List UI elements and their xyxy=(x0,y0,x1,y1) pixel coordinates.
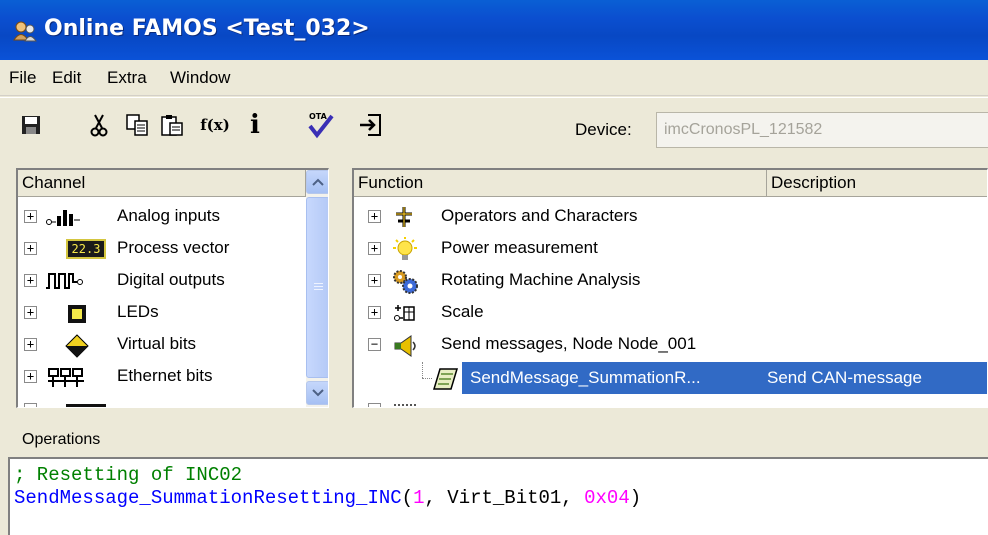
message-icon xyxy=(433,368,459,390)
function-item-operators[interactable]: + Operators and Characters xyxy=(354,201,987,233)
expand-icon[interactable]: + xyxy=(24,338,37,351)
code-open-paren: ( xyxy=(401,487,414,509)
channel-scrollbar[interactable] xyxy=(306,170,328,407)
channel-item-partial xyxy=(18,394,306,407)
function-item-label: Operators and Characters xyxy=(441,206,638,225)
channel-item-label: Digital outputs xyxy=(117,270,225,289)
digital-outputs-icon xyxy=(46,273,83,289)
code-args: , Virt_Bit01, xyxy=(424,487,585,509)
window-title: Online FAMOS <Test_032> xyxy=(44,16,370,41)
grip-icon xyxy=(314,283,323,290)
paste-icon[interactable] xyxy=(157,110,187,140)
tree-connector xyxy=(422,378,432,379)
function-panel: Function Description + Operators and Cha… xyxy=(352,168,988,408)
code-number: 1 xyxy=(413,487,425,509)
save-icon[interactable] xyxy=(16,110,46,140)
ota-text: OTA xyxy=(309,112,328,121)
scale-icon xyxy=(394,305,415,321)
selection-highlight: SendMessage_SummationR... Send CAN-messa… xyxy=(462,362,987,394)
expand-icon[interactable]: + xyxy=(368,242,381,255)
function-item-partial xyxy=(354,394,987,407)
function-header[interactable]: Function xyxy=(354,170,767,197)
chevron-up-icon xyxy=(312,178,324,186)
channel-item-virtual-bits[interactable]: + Virtual bits xyxy=(18,329,306,361)
operations-editor[interactable]: ; Resetting of INC02 SendMessage_Summati… xyxy=(8,457,988,535)
expand-icon[interactable]: + xyxy=(368,306,381,319)
menu-bar: File Edit Extra Window xyxy=(0,60,988,96)
menu-file[interactable]: File xyxy=(9,68,36,88)
function-item-power[interactable]: + Power measurement xyxy=(354,233,987,265)
virtual-bits-icon xyxy=(65,334,89,358)
expand-icon xyxy=(24,403,37,407)
function-item-selected-message[interactable]: SendMessage_SummationR... Send CAN-messa… xyxy=(433,362,987,394)
code-comment-line: ; Resetting of INC02 xyxy=(14,464,243,486)
channel-item-label: Analog inputs xyxy=(117,206,221,225)
collapse-icon[interactable]: − xyxy=(368,338,381,351)
selected-function-label: SendMessage_SummationR... xyxy=(470,368,701,387)
cut-icon[interactable] xyxy=(84,110,114,140)
channel-panel: Channel + Analog inputs + 22.3 Process v… xyxy=(16,168,329,408)
operations-label: Operations xyxy=(22,431,101,448)
menu-extra[interactable]: Extra xyxy=(107,68,147,88)
channel-item-label: Ethernet bits xyxy=(117,366,213,385)
process-vector-icon: 22.3 xyxy=(66,239,106,259)
channel-header[interactable]: Channel xyxy=(18,170,306,197)
function-item-label: Power measurement xyxy=(441,238,598,257)
info-icon[interactable]: i xyxy=(240,110,270,140)
scroll-up-button[interactable] xyxy=(306,170,328,194)
channel-item-ethernet-bits[interactable]: + Ethernet bits xyxy=(18,361,306,393)
partial-icon xyxy=(66,404,106,407)
expand-icon[interactable]: + xyxy=(24,210,37,223)
code-statement-line: SendMessage_SummationResetting_INC(1, Vi… xyxy=(14,487,641,509)
tree-connector xyxy=(422,362,423,378)
import-icon[interactable] xyxy=(356,110,386,140)
copy-icon[interactable] xyxy=(122,110,152,140)
function-item-label: Send messages, Node Node_001 xyxy=(441,334,697,353)
gears-icon xyxy=(393,270,418,294)
code-function-name: SendMessage_SummationResetting_INC xyxy=(14,487,402,509)
expand-icon[interactable]: + xyxy=(368,210,381,223)
code-hex: 0x04 xyxy=(584,487,630,509)
device-field[interactable]: imcCronosPL_121582 xyxy=(656,112,988,148)
lightbulb-icon xyxy=(393,237,417,260)
channel-item-process-vector[interactable]: + 22.3 Process vector xyxy=(18,233,306,265)
scroll-down-button[interactable] xyxy=(306,381,328,405)
description-header[interactable]: Description xyxy=(767,170,987,197)
led-icon xyxy=(68,305,86,323)
device-label: Device: xyxy=(575,120,632,139)
expand-icon xyxy=(368,403,381,407)
expand-icon[interactable]: + xyxy=(368,274,381,287)
menu-edit[interactable]: Edit xyxy=(52,68,81,88)
app-icon xyxy=(13,21,37,42)
expand-icon[interactable]: + xyxy=(24,370,37,383)
function-item-rotating[interactable]: + Rotating Machine Analysis xyxy=(354,265,987,297)
channel-item-analog-inputs[interactable]: + Analog inputs xyxy=(18,201,306,233)
channel-item-label: Virtual bits xyxy=(117,334,197,353)
selected-function-description: Send CAN-message xyxy=(767,368,922,387)
function-item-send-messages[interactable]: − Send messages, Node Node_001 xyxy=(354,329,987,361)
title-bar: Online FAMOS <Test_032> xyxy=(0,0,988,60)
ethernet-bits-icon xyxy=(48,368,84,387)
menu-window[interactable]: Window xyxy=(170,68,230,88)
megaphone-icon xyxy=(394,335,416,357)
function-icon[interactable]: f(x) xyxy=(200,110,230,140)
code-close-paren: ) xyxy=(629,487,642,509)
function-item-label: Scale xyxy=(441,302,484,321)
partial-icon xyxy=(394,404,416,407)
expand-icon[interactable]: + xyxy=(24,306,37,319)
analog-inputs-icon xyxy=(46,210,80,226)
chevron-down-icon xyxy=(312,389,324,397)
channel-item-digital-outputs[interactable]: + Digital outputs xyxy=(18,265,306,297)
scroll-thumb[interactable] xyxy=(306,197,328,378)
channel-item-label: Process vector xyxy=(117,238,230,257)
channel-item-leds[interactable]: + LEDs xyxy=(18,297,306,329)
function-item-label: Rotating Machine Analysis xyxy=(441,270,641,289)
channel-item-label: LEDs xyxy=(117,302,159,321)
function-item-scale[interactable]: + Scale xyxy=(354,297,987,329)
expand-icon[interactable]: + xyxy=(24,242,37,255)
operators-icon xyxy=(396,207,412,227)
expand-icon[interactable]: + xyxy=(24,274,37,287)
ota-check-icon[interactable]: OTA xyxy=(306,110,336,140)
